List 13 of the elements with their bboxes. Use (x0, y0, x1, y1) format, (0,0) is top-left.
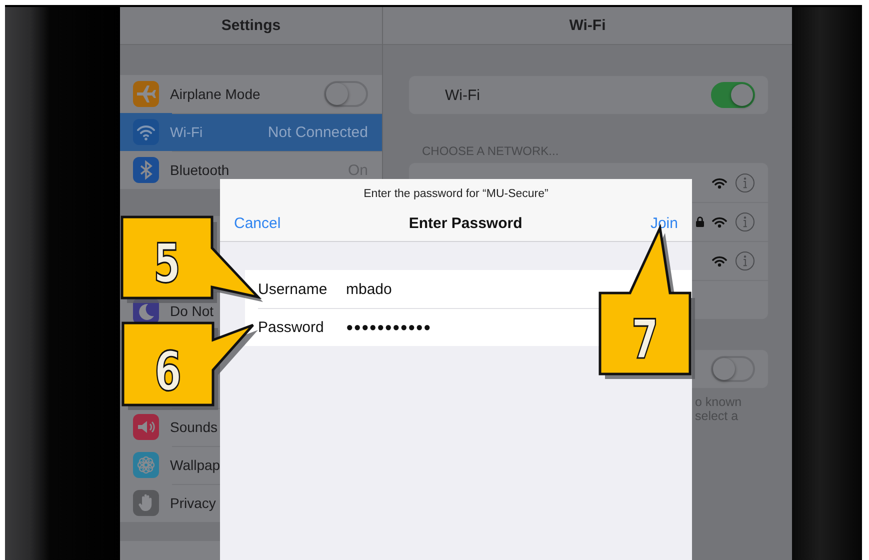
pane-title: Settings (221, 17, 281, 34)
row-value: Not Connected (268, 124, 368, 140)
row-label: Bluetooth (170, 162, 230, 178)
row-label: Wallpap (170, 457, 220, 473)
row-label: Wi-Fi (170, 124, 203, 140)
row-label: Sounds (170, 419, 218, 435)
row-label: Wi-Fi (445, 86, 480, 104)
pane-title: Wi-Fi (569, 17, 606, 34)
dialog-title: Enter Password (408, 214, 522, 232)
row-label: Airplane Mode (170, 86, 260, 102)
row-label: Privacy (170, 495, 216, 511)
dialog-prompt: Enter the password for “MU-Secure” (362, 186, 550, 202)
row-label: Do Not (170, 303, 214, 319)
